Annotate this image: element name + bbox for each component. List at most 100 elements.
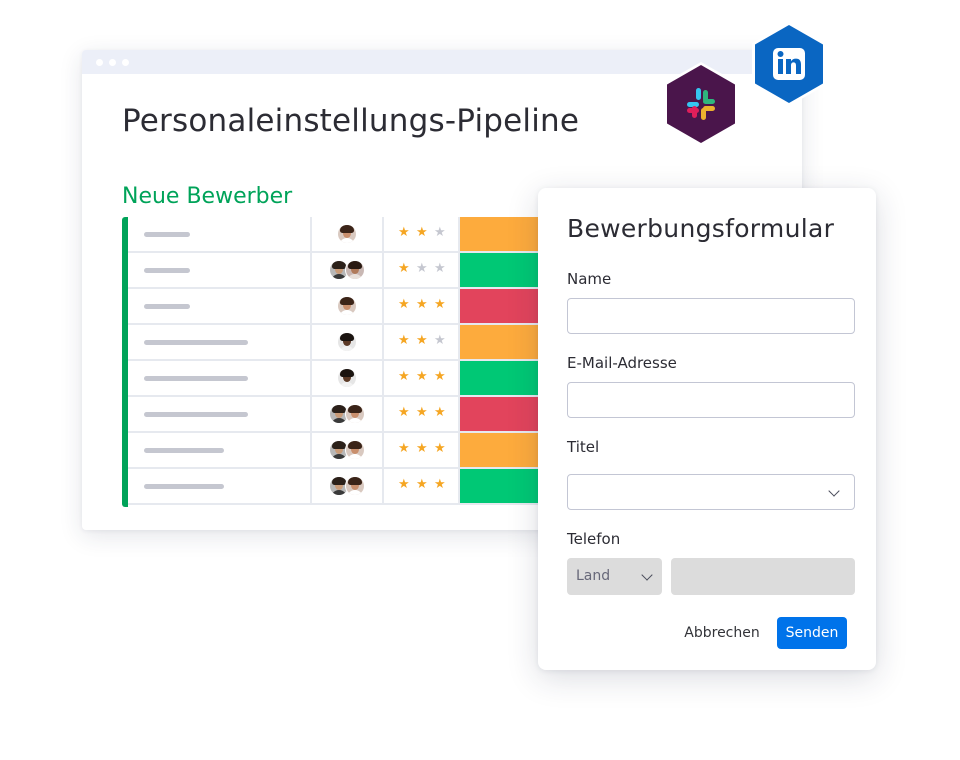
name-cell[interactable] bbox=[128, 217, 312, 251]
name-cell[interactable] bbox=[128, 397, 312, 431]
name-cell[interactable] bbox=[128, 253, 312, 287]
people-cell[interactable] bbox=[312, 325, 384, 359]
avatar-part bbox=[340, 333, 354, 341]
people-cell[interactable] bbox=[312, 361, 384, 395]
people-cell[interactable] bbox=[312, 433, 384, 467]
avatar[interactable] bbox=[337, 224, 357, 244]
avatar-part bbox=[339, 310, 355, 315]
group-title[interactable]: Neue Bewerber bbox=[122, 184, 292, 209]
name-placeholder-line bbox=[144, 232, 190, 237]
name-field[interactable] bbox=[567, 298, 855, 334]
phone-label: Telefon bbox=[567, 530, 621, 548]
star-icon[interactable]: ★ bbox=[434, 262, 446, 276]
people-cell[interactable] bbox=[312, 469, 384, 503]
avatar-part bbox=[348, 441, 362, 449]
rating-cell[interactable]: ★ ★ ★ bbox=[384, 397, 460, 431]
avatar-part bbox=[331, 274, 347, 279]
people-cell[interactable] bbox=[312, 289, 384, 323]
avatar-part bbox=[332, 405, 346, 413]
star-icon[interactable]: ★ bbox=[416, 406, 428, 420]
star-icon[interactable]: ★ bbox=[398, 442, 410, 456]
rating-cell[interactable]: ★ ★ ★ bbox=[384, 253, 460, 287]
rating-cell[interactable]: ★ ★ ★ bbox=[384, 289, 460, 323]
star-icon[interactable]: ★ bbox=[434, 442, 446, 456]
star-icon[interactable]: ★ bbox=[434, 334, 446, 348]
name-cell[interactable] bbox=[128, 325, 312, 359]
people-cell[interactable] bbox=[312, 397, 384, 431]
avatar-part bbox=[339, 346, 355, 351]
submit-button[interactable]: Senden bbox=[777, 617, 847, 649]
avatar[interactable] bbox=[345, 440, 365, 460]
avatar-part bbox=[331, 418, 347, 423]
avatar[interactable] bbox=[345, 476, 365, 496]
avatar-part bbox=[340, 225, 354, 233]
star-icon[interactable]: ★ bbox=[398, 262, 410, 276]
name-cell[interactable] bbox=[128, 433, 312, 467]
people-cell[interactable] bbox=[312, 253, 384, 287]
name-cell[interactable] bbox=[128, 361, 312, 395]
avatar[interactable] bbox=[345, 404, 365, 424]
rating-cell[interactable]: ★ ★ ★ bbox=[384, 469, 460, 503]
slack-hex-bg bbox=[667, 65, 735, 143]
avatar-part bbox=[348, 261, 362, 269]
star-icon[interactable]: ★ bbox=[416, 226, 428, 240]
star-icon[interactable]: ★ bbox=[398, 370, 410, 384]
rating-cell[interactable]: ★ ★ ★ bbox=[384, 433, 460, 467]
star-icon[interactable]: ★ bbox=[398, 298, 410, 312]
avatar[interactable] bbox=[345, 260, 365, 280]
name-cell[interactable] bbox=[128, 289, 312, 323]
avatar-part bbox=[339, 382, 355, 387]
cancel-button[interactable]: Abbrechen bbox=[676, 618, 768, 648]
star-icon[interactable]: ★ bbox=[416, 442, 428, 456]
avatar[interactable] bbox=[337, 296, 357, 316]
star-icon[interactable]: ★ bbox=[434, 370, 446, 384]
email-field[interactable] bbox=[567, 382, 855, 418]
star-icon[interactable]: ★ bbox=[416, 334, 428, 348]
name-placeholder-line bbox=[144, 484, 224, 489]
window-dot bbox=[96, 59, 103, 66]
star-icon[interactable]: ★ bbox=[398, 334, 410, 348]
email-label: E-Mail-Adresse bbox=[567, 354, 677, 372]
name-placeholder-line bbox=[144, 340, 248, 345]
avatar-part bbox=[340, 297, 354, 305]
star-icon[interactable]: ★ bbox=[398, 478, 410, 492]
avatar[interactable] bbox=[337, 332, 357, 352]
avatar-part bbox=[332, 441, 346, 449]
name-cell[interactable] bbox=[128, 469, 312, 503]
title-select[interactable] bbox=[567, 474, 855, 510]
star-icon[interactable]: ★ bbox=[416, 298, 428, 312]
avatar-part bbox=[331, 454, 347, 459]
country-select-label: Land bbox=[576, 568, 611, 584]
people-cell[interactable] bbox=[312, 217, 384, 251]
avatar-part bbox=[348, 405, 362, 413]
avatar-part bbox=[347, 490, 363, 495]
avatar-part bbox=[340, 369, 354, 377]
rating-cell[interactable]: ★ ★ ★ bbox=[384, 325, 460, 359]
rating-cell[interactable]: ★ ★ ★ bbox=[384, 361, 460, 395]
star-icon[interactable]: ★ bbox=[416, 370, 428, 384]
star-icon[interactable]: ★ bbox=[416, 478, 428, 492]
form-title: Bewerbungsformular bbox=[567, 214, 835, 243]
name-label: Name bbox=[567, 270, 612, 288]
star-icon[interactable]: ★ bbox=[434, 226, 446, 240]
avatar-part bbox=[348, 477, 362, 485]
avatar[interactable] bbox=[337, 368, 357, 388]
title-label: Titel bbox=[567, 438, 600, 456]
name-placeholder-line bbox=[144, 448, 224, 453]
star-icon[interactable]: ★ bbox=[398, 226, 410, 240]
phone-field[interactable] bbox=[671, 558, 855, 595]
linkedin-icon bbox=[773, 48, 805, 80]
star-icon[interactable]: ★ bbox=[434, 406, 446, 420]
avatar-part bbox=[347, 274, 363, 279]
star-icon[interactable]: ★ bbox=[416, 262, 428, 276]
country-select[interactable]: Land bbox=[567, 558, 662, 595]
star-icon[interactable]: ★ bbox=[398, 406, 410, 420]
rating-cell[interactable]: ★ ★ ★ bbox=[384, 217, 460, 251]
star-icon[interactable]: ★ bbox=[434, 298, 446, 312]
window-dot bbox=[109, 59, 116, 66]
name-placeholder-line bbox=[144, 376, 248, 381]
window-dot bbox=[122, 59, 129, 66]
application-form: Bewerbungsformular Name E-Mail-Adresse T… bbox=[538, 188, 876, 670]
avatar-part bbox=[339, 238, 355, 243]
star-icon[interactable]: ★ bbox=[434, 478, 446, 492]
